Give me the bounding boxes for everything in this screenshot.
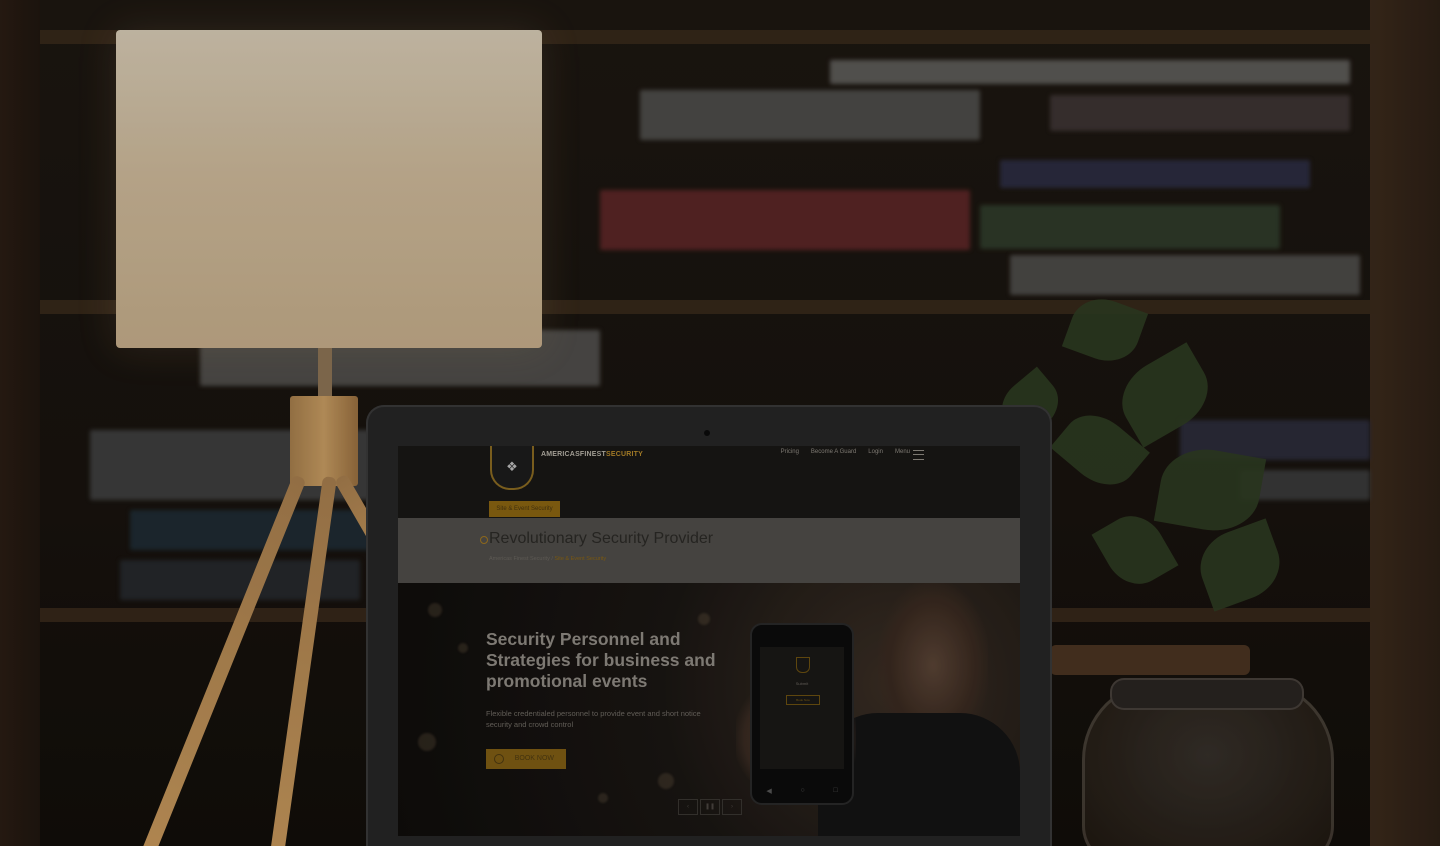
nav-pricing[interactable]: Pricing [781, 449, 799, 455]
book [130, 510, 370, 550]
lamp-shade [116, 30, 542, 348]
bokeh-light [698, 613, 710, 625]
person-face [878, 583, 988, 733]
bokeh-light [658, 773, 674, 789]
breadcrumb-current: Site & Event Security [554, 556, 607, 562]
phone-recents-icon[interactable]: □ [833, 787, 837, 795]
laptop-camera [704, 430, 710, 436]
site-brand[interactable]: AMERICASFINESTSECURITY [541, 451, 643, 458]
hero-text: Flexible credentialed personnel to provi… [486, 709, 701, 729]
title-bullet-icon [480, 536, 488, 544]
brand-accent: SECURITY [606, 451, 644, 458]
page-title: Revolutionary Security Provider [489, 530, 714, 547]
site-nav: Pricing Become A Guard Login Menu [781, 449, 924, 455]
breadcrumb: Americas Finest Security / Site & Event … [489, 556, 606, 562]
book [1000, 160, 1310, 188]
book [1050, 95, 1350, 131]
lamp-body [290, 396, 358, 486]
nav-login[interactable]: Login [868, 449, 883, 455]
plant-pot [1050, 645, 1250, 675]
phone-nav-bar: ◀ ○ □ [752, 787, 852, 795]
jar-lid [1110, 678, 1304, 710]
phone-logo-icon [796, 657, 810, 673]
bokeh-light [418, 733, 436, 751]
book-now-button[interactable]: BOOK NOW [486, 749, 566, 769]
bokeh-light [458, 643, 468, 653]
phone-label: Submit [795, 681, 809, 686]
slider-pause-icon[interactable]: ❚❚ [700, 799, 720, 815]
hero-section: Submit Book Now ◀ ○ □ Security Personnel… [398, 583, 1020, 836]
phone-home-icon[interactable]: ○ [800, 787, 804, 795]
phone-screen: Submit Book Now [760, 647, 844, 769]
phone-book-button[interactable]: Book Now [786, 695, 820, 705]
book-icon [494, 754, 504, 764]
phone-mockup: Submit Book Now ◀ ○ □ [750, 623, 854, 805]
laptop-screen: ❖ AMERICASFINESTSECURITY Pricing Become … [398, 446, 1020, 836]
site-event-tag-button[interactable]: Site & Event Security [489, 501, 560, 517]
book [640, 90, 980, 140]
nav-menu[interactable]: Menu [895, 449, 910, 455]
menu-icon[interactable] [913, 450, 924, 460]
page-title-band: Revolutionary Security Provider Americas… [398, 518, 1020, 583]
logo-shield-icon[interactable]: ❖ [490, 446, 534, 490]
nav-become-guard[interactable]: Become A Guard [811, 449, 856, 455]
bokeh-light [598, 793, 608, 803]
brand-name: AMERICASFINEST [541, 451, 607, 458]
lamp-neck [318, 348, 332, 398]
book [1010, 255, 1360, 295]
slider-controls: ‹ ❚❚ › [678, 799, 742, 815]
book [600, 190, 970, 250]
breadcrumb-home[interactable]: Americas Finest Security / [489, 556, 553, 562]
book [980, 205, 1280, 249]
hero-heading: Security Personnel and Strategies for bu… [486, 629, 716, 691]
book-now-label: BOOK NOW [514, 755, 554, 762]
photo-background: ❖ AMERICASFINESTSECURITY Pricing Become … [0, 0, 1440, 846]
book [830, 60, 1350, 84]
shelf-frame-right [1370, 0, 1440, 846]
site-header: ❖ AMERICASFINESTSECURITY Pricing Become … [398, 446, 1020, 518]
bokeh-light [428, 603, 442, 617]
slider-prev-icon[interactable]: ‹ [678, 799, 698, 815]
shelf-frame-left [0, 0, 40, 846]
slider-next-icon[interactable]: › [722, 799, 742, 815]
phone-back-icon[interactable]: ◀ [766, 787, 771, 795]
